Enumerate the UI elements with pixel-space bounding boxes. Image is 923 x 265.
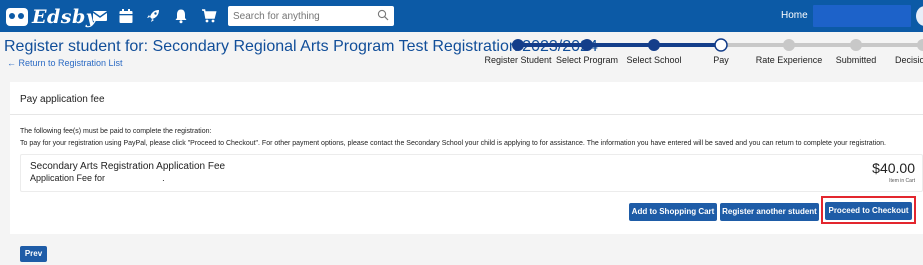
divider xyxy=(10,114,923,115)
fee-status: Item in Cart xyxy=(889,178,915,184)
step-dot-select-program xyxy=(581,39,593,51)
fee-title: Secondary Arts Registration Application … xyxy=(30,161,226,172)
step-label-decision: Decision xyxy=(895,55,923,65)
step-dot-pay xyxy=(714,38,728,52)
step-label-pay: Pay xyxy=(713,55,729,65)
step-dot-select-school xyxy=(648,39,660,51)
fee-info-text: The following fee(s) must be paid to com… xyxy=(20,128,212,135)
fee-subtitle: Application Fee for . xyxy=(30,173,165,183)
fee-item: Secondary Arts Registration Application … xyxy=(20,154,923,192)
fee-subtitle-suffix: . xyxy=(162,173,165,183)
step-dot-submitted xyxy=(850,39,862,51)
step-dot-rate-experience xyxy=(783,39,795,51)
step-label-select-program: Select Program xyxy=(555,55,619,65)
fee-amount: $40.00 xyxy=(872,160,915,176)
prev-button[interactable]: Prev xyxy=(20,246,47,262)
fee-subtitle-prefix: Application Fee for xyxy=(30,173,106,183)
step-dot-decision xyxy=(917,39,923,51)
add-to-shopping-cart-button[interactable]: Add to Shopping Cart xyxy=(629,203,717,221)
step-label-rate-experience: Rate Experience xyxy=(755,55,823,65)
step-dot-register-student xyxy=(512,39,524,51)
register-another-student-button[interactable]: Register another student xyxy=(720,203,819,221)
step-label-register-student: Register Student xyxy=(484,55,552,65)
step-label-submitted: Submitted xyxy=(835,55,877,65)
step-label-select-school: Select School xyxy=(626,55,682,65)
payment-instructions-text: To pay for your registration using PayPa… xyxy=(20,140,886,147)
proceed-to-checkout-button[interactable]: Proceed to Checkout xyxy=(825,202,912,220)
card-heading: Pay application fee xyxy=(20,94,105,105)
